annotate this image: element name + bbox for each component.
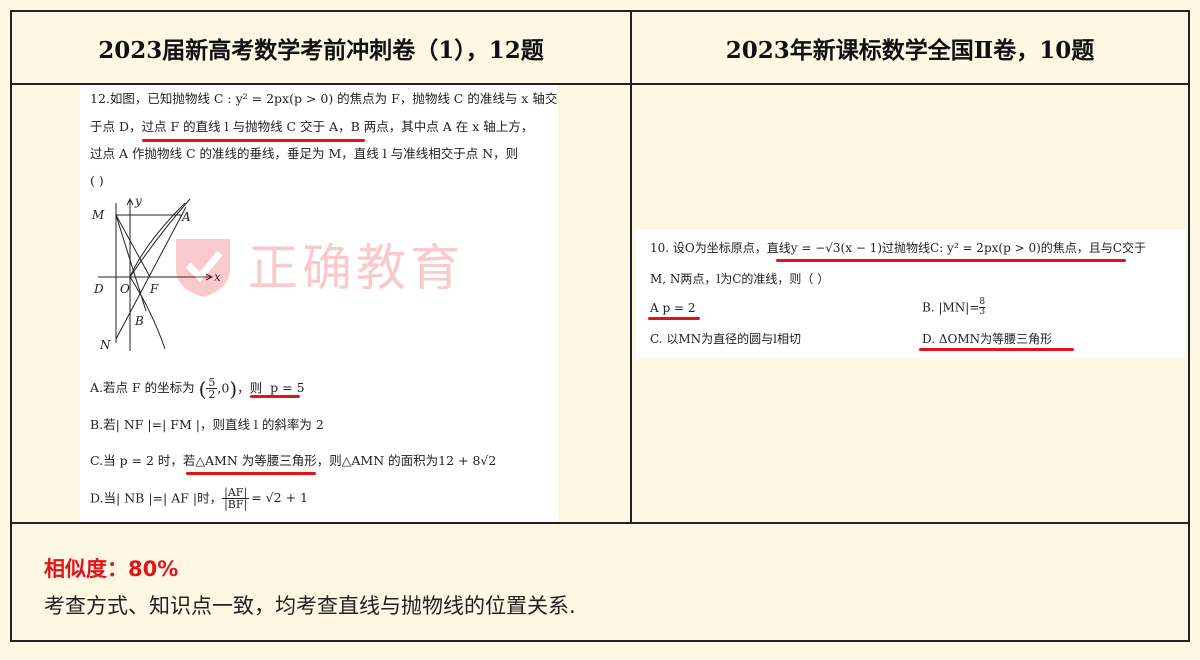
- right-option-c: C. 以MN为直径的圆与l相切: [650, 332, 802, 346]
- figure-label-B: B: [134, 314, 144, 328]
- underline-key-condition: [142, 139, 365, 142]
- figure-label-F: F: [149, 282, 159, 296]
- right-problem-image: 10. 设O为坐标原点，直线y = −√3(x − 1)过抛物线C: y² = …: [636, 229, 1186, 357]
- right-problem-line-1: 10. 设O为坐标原点，直线y = −√3(x − 1)过抛物线C: y² = …: [650, 241, 1146, 255]
- right-problem-line-2: M, N两点，l为C的准线，则（ ）: [650, 272, 830, 286]
- underline-option-c: [186, 472, 316, 475]
- left-option-c: C.当 p = 2 时，若△AMN 为等腰三角形，则△AMN 的面积为12 + …: [90, 453, 497, 468]
- underline-right-option-a: [648, 317, 700, 320]
- footer-divider: [10, 522, 1190, 524]
- column-divider: [630, 10, 632, 524]
- underline-right-option-d: [919, 348, 1074, 351]
- left-option-c-condition: 若△AMN 为等腰三角形: [182, 453, 317, 468]
- left-problem-line-2: 于点 D，过点 F 的直线 l 与抛物线 C 交于 A，B 两点，其中点 A 在…: [90, 119, 534, 134]
- figure-label-M: M: [91, 208, 105, 222]
- left-option-d: D.当| NB |=| AF |时， |AF| |BF| = √2 + 1: [90, 486, 308, 511]
- left-key-condition: 过点 F 的直线 l 与抛物线 C 交于 A，B 两点，: [141, 119, 402, 134]
- checkmark-shield-icon: [176, 239, 230, 297]
- left-problem-blank: ( ): [90, 173, 104, 188]
- left-problem-line-3: 过点 A 作抛物线 C 的准线的垂线，垂足为 M，直线 l 与准线相交于点 N，…: [90, 146, 519, 161]
- similarity-score: 相似度：80%: [44, 557, 179, 581]
- left-problem-image: 12.如图，已知抛物线 C : y² = 2px(p > 0) 的焦点为 F，抛…: [80, 85, 558, 522]
- figure-label-A: A: [181, 210, 191, 224]
- right-option-d: D. ΔOMN为等腰三角形: [922, 332, 1053, 346]
- underline-option-a: [250, 395, 300, 398]
- figure-label-O: O: [120, 282, 130, 296]
- watermark-text: 正确教育: [248, 239, 464, 297]
- right-header-title: 2023年新课标数学全国Ⅱ卷，10题: [725, 36, 1095, 64]
- figure-label-D: D: [93, 282, 104, 296]
- watermark: 正确教育: [168, 228, 464, 300]
- right-key-condition: 直线y = −√3(x − 1)过抛物线C: y² = 2px(p > 0)的焦…: [766, 241, 1089, 255]
- left-problem-line-1: 12.如图，已知抛物线 C : y² = 2px(p > 0) 的焦点为 F，抛…: [90, 91, 558, 106]
- figure-label-y: y: [134, 194, 142, 208]
- left-option-b: B.若| NF |=| FM |，则直线 l 的斜率为 2: [90, 417, 324, 432]
- right-option-a: A p = 2: [650, 301, 696, 315]
- similarity-description: 考查方式、知识点一致，均考查直线与抛物线的位置关系.: [44, 594, 576, 618]
- figure-label-N: N: [99, 338, 111, 352]
- underline-right-condition: [776, 259, 1126, 262]
- left-header-title: 2023届新高考数学考前冲刺卷（1），12题: [98, 36, 544, 64]
- right-option-b: B. |MN|= 8 3: [922, 297, 986, 317]
- left-option-a-answer: p = 5: [270, 380, 305, 396]
